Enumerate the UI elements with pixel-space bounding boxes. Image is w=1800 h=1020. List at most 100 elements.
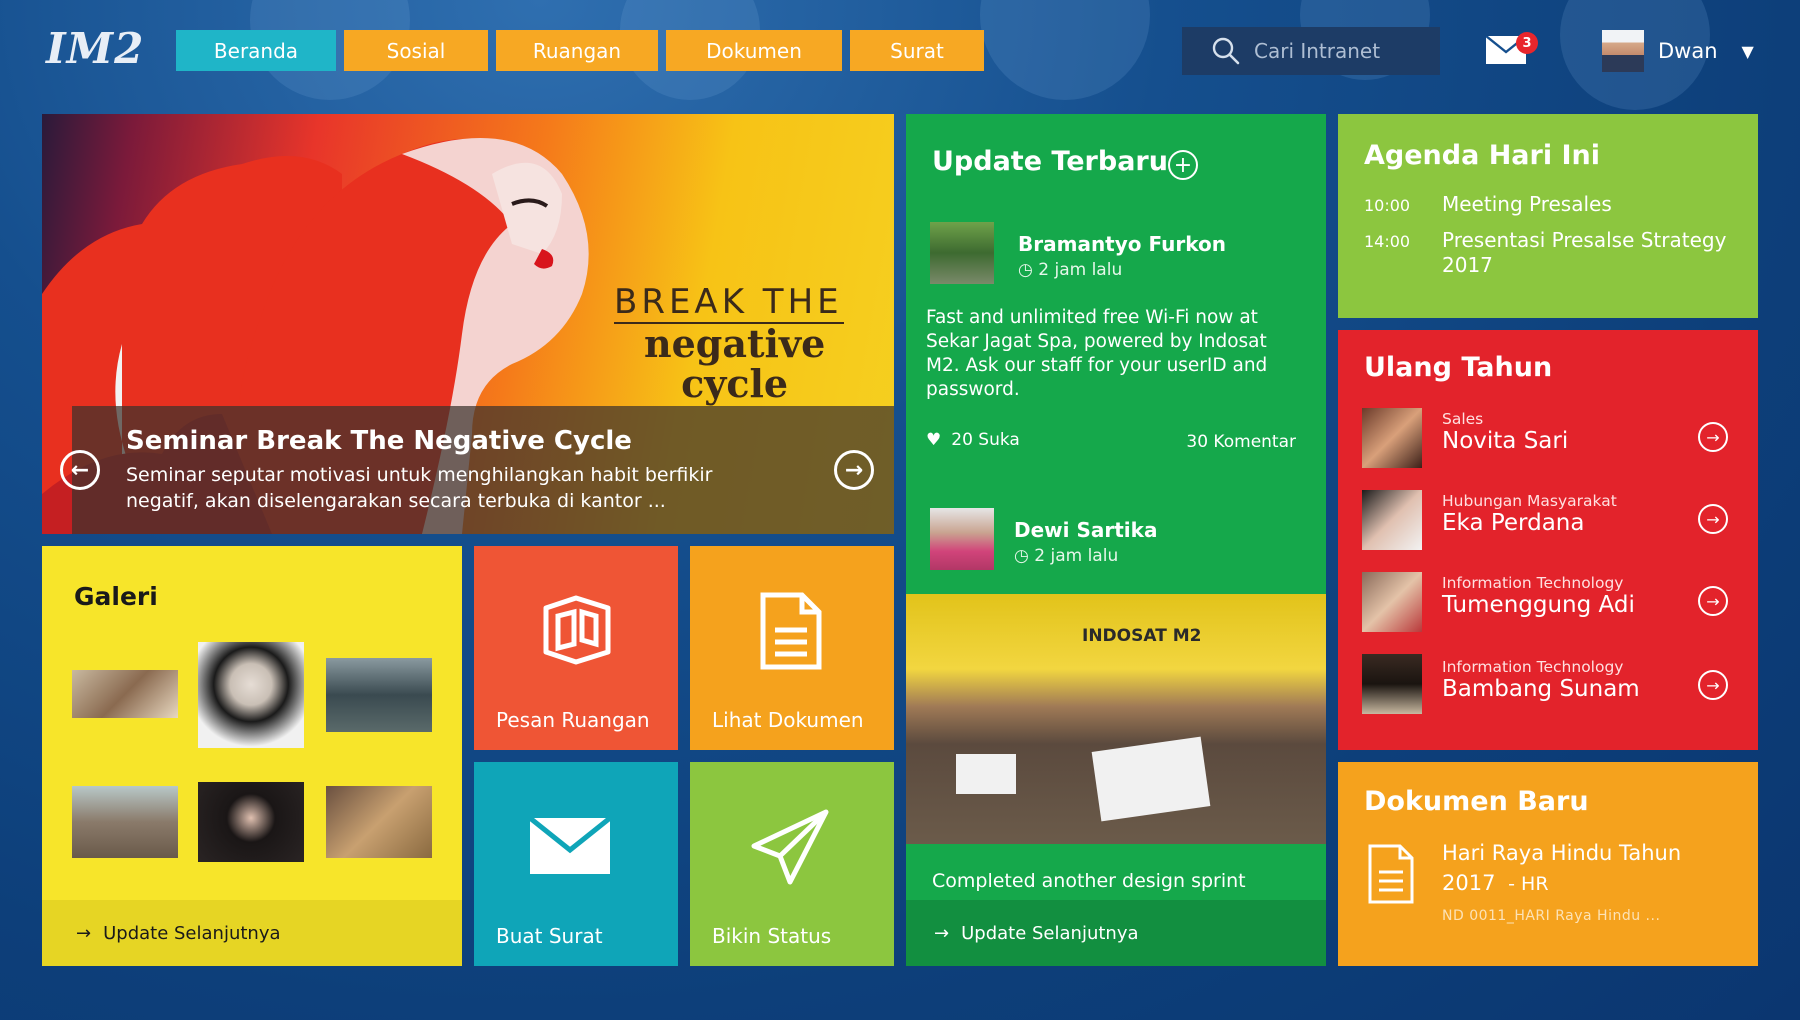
paper-plane-icon: [751, 809, 829, 885]
photo-update: INDOSAT M2 Completed another design spri…: [906, 594, 1326, 966]
arrow-right-icon[interactable]: →: [1698, 504, 1728, 534]
birthday-avatar[interactable]: [1362, 654, 1422, 714]
user-menu[interactable]: Dwan ▼: [1602, 30, 1754, 72]
post-time-text: 2 jam lalu: [1034, 546, 1119, 566]
arrow-right-icon[interactable]: →: [1698, 422, 1728, 452]
arrow-right-icon: →: [76, 922, 92, 944]
group-photo[interactable]: INDOSAT M2: [906, 594, 1326, 844]
update-title: Update Terbaru: [932, 146, 1168, 177]
like-count: 20 Suka: [951, 430, 1020, 450]
gallery-thumb[interactable]: [326, 786, 432, 858]
nav-ruangan[interactable]: Ruangan: [496, 30, 658, 71]
post-time: ◷ 2 jam lalu: [1014, 546, 1118, 566]
post-avatar[interactable]: [930, 222, 994, 284]
birthday-dept: Information Technology: [1442, 658, 1624, 676]
arrow-right-icon[interactable]: →: [1698, 670, 1728, 700]
agenda-panel: Agenda Hari Ini 10:00 Meeting Presales 1…: [1338, 114, 1758, 318]
agenda-item-title[interactable]: Meeting Presales: [1442, 192, 1742, 217]
nav-beranda[interactable]: Beranda: [176, 30, 336, 71]
clock-icon: ◷: [1018, 260, 1033, 280]
doc-title-text[interactable]: Hari Raya Hindu Tahun 2017: [1442, 841, 1681, 895]
document-icon: [760, 592, 822, 670]
arrow-right-icon: →: [934, 922, 950, 944]
compose-letter-label: Buat Surat: [496, 924, 603, 948]
agenda-time: 10:00: [1364, 196, 1411, 215]
arrow-right-icon[interactable]: →: [834, 450, 874, 490]
agenda-item-title[interactable]: Presentasi Presalse Strategy 2017: [1442, 228, 1742, 278]
document-icon: [1368, 844, 1414, 904]
hero-image-text-sub: negative cycle: [644, 324, 825, 404]
room-icon: [543, 595, 611, 665]
notification-badge: 3: [1516, 32, 1538, 54]
user-name[interactable]: Dwan: [1658, 39, 1718, 63]
doc-filename: ND 0011_HARI Raya Hindu ...: [1442, 908, 1661, 924]
doc-title[interactable]: Hari Raya Hindu Tahun 2017 - HR: [1442, 838, 1732, 899]
birthday-panel: Ulang Tahun Sales Novita Sari → Hubungan…: [1338, 330, 1758, 750]
add-icon[interactable]: +: [1168, 150, 1198, 180]
view-documents-label: Lihat Dokumen: [712, 708, 864, 732]
gallery-thumb[interactable]: [72, 670, 178, 718]
book-room-label: Pesan Ruangan: [496, 708, 650, 732]
photo-sign: INDOSAT M2: [1082, 626, 1202, 646]
birthday-name[interactable]: Novita Sari: [1442, 428, 1568, 454]
birthday-avatar[interactable]: [1362, 572, 1422, 632]
docs-panel: Dokumen Baru Hari Raya Hindu Tahun 2017 …: [1338, 762, 1758, 966]
hero-image-text-line3: cycle: [681, 361, 789, 406]
compose-letter-button[interactable]: Buat Surat: [474, 762, 678, 966]
gallery-thumb[interactable]: [72, 786, 178, 858]
gallery-panel: Galeri → Update Selanjutnya: [42, 546, 462, 966]
clock-icon: ◷: [1014, 546, 1029, 566]
nav-sosial[interactable]: Sosial: [344, 30, 488, 71]
birthday-dept: Sales: [1442, 410, 1484, 428]
more-updates-label: Update Selanjutnya: [961, 922, 1139, 944]
search-box: [1182, 27, 1440, 75]
update-panel: Update Terbaru + Bramantyo Furkon ◷ 2 ja…: [906, 114, 1326, 594]
birthday-title: Ulang Tahun: [1364, 352, 1553, 383]
logo[interactable]: IM2: [46, 24, 144, 73]
photo-caption: Completed another design sprint: [932, 870, 1246, 892]
more-gallery-link[interactable]: → Update Selanjutnya: [42, 900, 462, 966]
arrow-left-icon[interactable]: ←: [60, 450, 100, 490]
birthday-name[interactable]: Eka Perdana: [1442, 510, 1584, 536]
doc-dept: - HR: [1508, 873, 1549, 895]
more-updates-link[interactable]: → Update Selanjutnya: [906, 900, 1326, 966]
main-nav: Beranda Sosial Ruangan Dokumen Surat: [176, 30, 984, 71]
view-documents-button[interactable]: Lihat Dokumen: [690, 546, 894, 750]
hero-title[interactable]: Seminar Break The Negative Cycle: [126, 426, 632, 456]
comment-count[interactable]: 30 Komentar: [1186, 432, 1296, 452]
book-room-button[interactable]: Pesan Ruangan: [474, 546, 678, 750]
arrow-right-icon[interactable]: →: [1698, 586, 1728, 616]
user-avatar[interactable]: [1602, 30, 1644, 72]
hero-image-text: BREAK THE: [614, 282, 843, 322]
heart-icon[interactable]: ♥: [926, 430, 941, 450]
post-status-label: Bikin Status: [712, 924, 832, 948]
gallery-title: Galeri: [74, 582, 158, 611]
gallery-thumb[interactable]: [198, 782, 304, 862]
hero-image-text-line2: negative: [644, 321, 826, 366]
birthday-name[interactable]: Tumenggung Adi: [1442, 592, 1635, 618]
docs-title: Dokumen Baru: [1364, 786, 1589, 817]
chevron-down-icon[interactable]: ▼: [1742, 42, 1754, 61]
agenda-time: 14:00: [1364, 232, 1411, 251]
post-author[interactable]: Bramantyo Furkon: [1018, 232, 1226, 256]
search-input[interactable]: [1254, 39, 1434, 63]
post-time-text: 2 jam lalu: [1038, 260, 1123, 280]
nav-dokumen[interactable]: Dokumen: [666, 30, 842, 71]
birthday-avatar[interactable]: [1362, 408, 1422, 468]
hero-banner[interactable]: BREAK THE negative cycle Seminar Break T…: [42, 114, 894, 534]
post-author[interactable]: Dewi Sartika: [1014, 518, 1157, 542]
post-time: ◷ 2 jam lalu: [1018, 260, 1122, 280]
nav-surat[interactable]: Surat: [850, 30, 984, 71]
gallery-thumb[interactable]: [198, 642, 304, 748]
agenda-title: Agenda Hari Ini: [1364, 140, 1601, 171]
search-icon: [1212, 37, 1240, 65]
birthday-name[interactable]: Bambang Sunam: [1442, 676, 1640, 702]
birthday-avatar[interactable]: [1362, 490, 1422, 550]
gallery-thumb[interactable]: [326, 658, 432, 732]
post-status-button[interactable]: Bikin Status: [690, 762, 894, 966]
like-button[interactable]: ♥ 20 Suka: [926, 430, 1020, 450]
hero-description: Seminar seputar motivasi untuk menghilan…: [126, 464, 713, 512]
post-body: Fast and unlimited free Wi-Fi now at Sek…: [926, 307, 1268, 400]
post-avatar[interactable]: [930, 508, 994, 570]
birthday-dept: Hubungan Masyarakat: [1442, 492, 1617, 510]
